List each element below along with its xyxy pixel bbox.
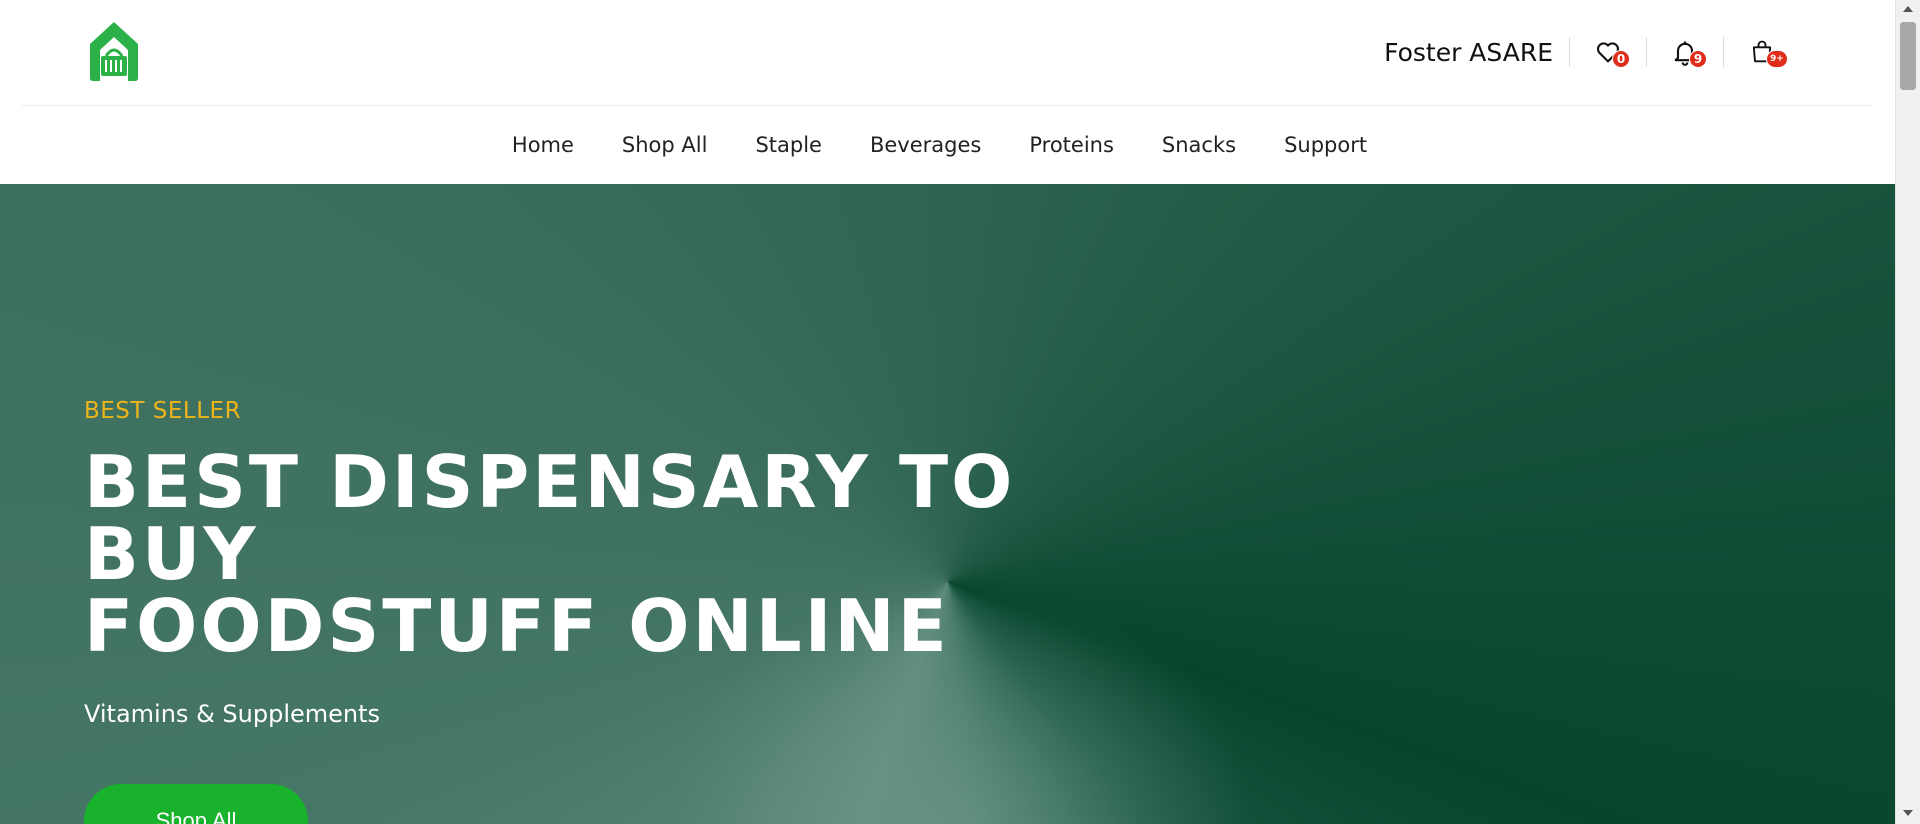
- header-bar: Foster ASARE 0 9 9+: [0, 0, 1895, 105]
- user-name-link[interactable]: Foster ASARE: [1384, 38, 1569, 67]
- house-basket-icon: [90, 22, 138, 81]
- nav-item-support[interactable]: Support: [1284, 133, 1367, 157]
- wishlist-button[interactable]: 0: [1570, 30, 1646, 74]
- page: Foster ASARE 0 9 9+ Home Shop All Staple…: [0, 0, 1895, 824]
- scrollbar[interactable]: [1895, 0, 1920, 824]
- shop-all-button[interactable]: Shop All: [84, 784, 308, 824]
- scroll-up-arrow-icon[interactable]: [1903, 6, 1913, 12]
- nav-item-shop-all[interactable]: Shop All: [622, 133, 708, 157]
- notifications-button[interactable]: 9: [1647, 30, 1723, 74]
- header-actions: Foster ASARE 0 9 9+: [1384, 30, 1800, 74]
- cart-count-badge: 9+: [1766, 50, 1788, 68]
- nav-item-beverages[interactable]: Beverages: [870, 133, 981, 157]
- hero-title-line1: BEST DISPENSARY TO BUY: [84, 440, 1016, 596]
- hero-content: BEST SELLER BEST DISPENSARY TO BUY FOODS…: [84, 398, 1184, 824]
- nav-item-proteins[interactable]: Proteins: [1029, 133, 1114, 157]
- hero-title-line2: FOODSTUFF ONLINE: [84, 584, 950, 668]
- logo[interactable]: [86, 20, 142, 82]
- hero-tag: BEST SELLER: [84, 398, 242, 424]
- hero-title: BEST DISPENSARY TO BUY FOODSTUFF ONLINE: [84, 446, 1184, 662]
- cart-button[interactable]: 9+: [1724, 30, 1800, 74]
- wishlist-count-badge: 0: [1612, 50, 1630, 68]
- hero-subtitle: Vitamins & Supplements: [84, 700, 381, 728]
- notifications-count-badge: 9: [1689, 50, 1707, 68]
- scroll-down-arrow-icon[interactable]: [1903, 810, 1913, 816]
- nav-item-home[interactable]: Home: [512, 133, 574, 157]
- nav-item-staple[interactable]: Staple: [755, 133, 822, 157]
- hero-banner: BEST SELLER BEST DISPENSARY TO BUY FOODS…: [0, 184, 1895, 824]
- main-nav: Home Shop All Staple Beverages Proteins …: [0, 106, 1895, 184]
- nav-item-snacks[interactable]: Snacks: [1162, 133, 1236, 157]
- scrollbar-thumb[interactable]: [1900, 22, 1916, 90]
